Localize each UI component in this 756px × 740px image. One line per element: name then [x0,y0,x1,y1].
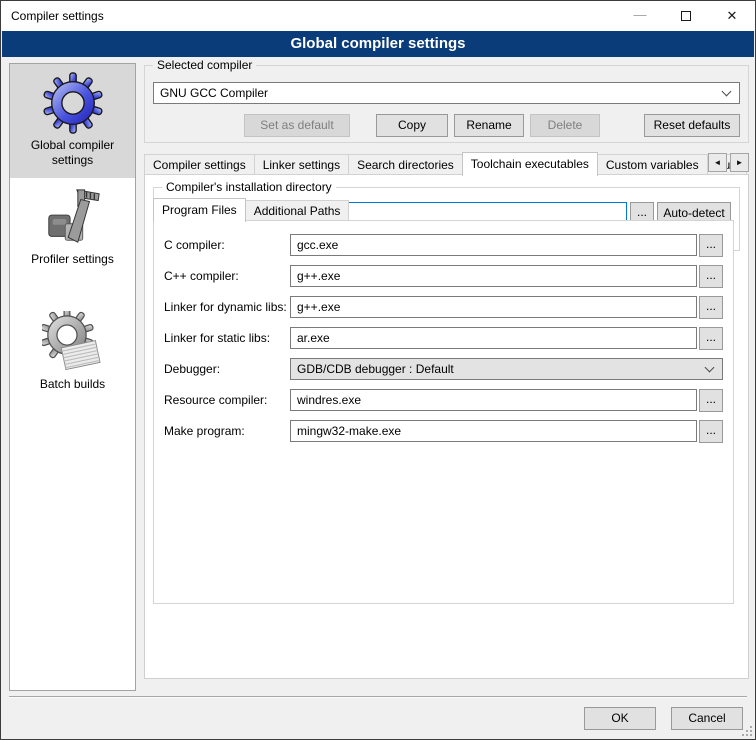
close-button[interactable]: ✕ [709,1,755,31]
resize-grip-icon[interactable] [742,726,752,736]
blue-gear-icon [42,72,104,134]
static-linker-input[interactable]: ar.exe [290,327,697,349]
c-compiler-input[interactable]: gcc.exe [290,234,697,256]
tab-scroll-left-button[interactable]: ◄ [708,153,727,172]
field-label: C++ compiler: [164,269,290,283]
debugger-row: Debugger: GDB/CDB debugger : Default [164,358,723,380]
sidebar-item-label: Profiler settings [12,252,133,267]
ok-button[interactable]: OK [584,707,656,730]
resource-compiler-browse-button[interactable]: ... [699,389,723,412]
copy-button[interactable]: Copy [376,114,448,137]
resource-compiler-input[interactable]: windres.exe [290,389,697,411]
make-program-browse-button[interactable]: ... [699,420,723,443]
tab-scroll-buttons: ◄ ► [708,153,749,172]
main-panel: Selected compiler GNU GCC Compiler Set a… [144,63,749,679]
compiler-settings-dialog: Compiler settings — ✕ Global compiler se… [0,0,756,740]
field-label: Debugger: [164,362,290,376]
debugger-select[interactable]: GDB/CDB debugger : Default [290,358,723,380]
maximize-icon [681,11,691,21]
tab-program-files[interactable]: Program Files [153,198,246,222]
make-program-row: Make program: mingw32-make.exe ... [164,420,723,442]
window-title: Compiler settings [11,9,617,23]
tab-compiler-settings[interactable]: Compiler settings [144,154,255,175]
resource-compiler-row: Resource compiler: windres.exe ... [164,389,723,411]
field-label: Make program: [164,424,290,438]
selected-compiler-group: Selected compiler GNU GCC Compiler Set a… [144,65,749,143]
cpp-compiler-input[interactable]: g++.exe [290,265,697,287]
cpp-compiler-row: C++ compiler: g++.exe ... [164,265,723,287]
tab-additional-paths[interactable]: Additional Paths [245,200,350,221]
c-compiler-browse-button[interactable]: ... [699,234,723,257]
chevron-down-icon [705,363,715,373]
static-linker-row: Linker for static libs: ar.exe ... [164,327,723,349]
sidebar-item-label: Global compiler settings [12,138,133,168]
field-label: Linker for dynamic libs: [164,300,290,314]
tab-toolchain-executables[interactable]: Toolchain executables [462,152,598,176]
minimize-icon: — [634,7,647,22]
field-value: gcc.exe [297,238,338,252]
compiler-actions-row: Set as default Copy Rename Delete Reset … [153,114,740,137]
delete-button[interactable]: Delete [530,114,600,137]
reset-defaults-button[interactable]: Reset defaults [644,114,740,137]
compiler-select[interactable]: GNU GCC Compiler [153,82,740,104]
field-value: ar.exe [297,331,330,345]
minimize-button[interactable]: — [617,1,663,31]
installation-directory-group-label: Compiler's installation directory [162,180,336,194]
compiler-select-value: GNU GCC Compiler [154,86,723,100]
static-linker-browse-button[interactable]: ... [699,327,723,350]
program-files-page: C compiler: gcc.exe ... C++ compiler: g+… [153,220,734,604]
set-as-default-button[interactable]: Set as default [244,114,350,137]
sidebar-item-label: Batch builds [12,377,133,392]
sidebar-item-batch-builds[interactable]: Batch builds [10,303,135,402]
field-value: g++.exe [297,269,340,283]
debugger-select-value: GDB/CDB debugger : Default [291,362,706,376]
settings-category-sidebar: Global compiler settings Profiler settin… [9,63,136,691]
make-program-input[interactable]: mingw32-make.exe [290,420,697,442]
arrow-left-icon: ◄ [714,158,722,167]
tab-linker-settings[interactable]: Linker settings [254,154,349,175]
chevron-down-icon [722,87,732,97]
field-value: mingw32-make.exe [297,424,401,438]
cpp-compiler-browse-button[interactable]: ... [699,265,723,288]
close-icon: ✕ [727,8,738,24]
sidebar-item-profiler-settings[interactable]: Profiler settings [10,178,135,277]
settings-tab-strip: Compiler settings Linker settings Search… [144,151,749,175]
dynamic-linker-input[interactable]: g++.exe [290,296,697,318]
tab-scroll-right-button[interactable]: ► [730,153,749,172]
cancel-button[interactable]: Cancel [671,707,743,730]
tab-custom-variables[interactable]: Custom variables [597,154,708,175]
field-value: g++.exe [297,300,340,314]
c-compiler-row: C compiler: gcc.exe ... [164,234,723,256]
arrow-right-icon: ► [736,158,744,167]
title-bar: Compiler settings — ✕ [1,1,755,31]
rename-button[interactable]: Rename [454,114,524,137]
field-value: windres.exe [297,393,361,407]
profiler-caliper-icon [42,186,104,248]
sidebar-item-global-compiler-settings[interactable]: Global compiler settings [10,64,135,178]
toolchain-executables-page: Compiler's installation directory C:\ray… [144,174,749,679]
selected-compiler-group-label: Selected compiler [153,58,256,72]
batch-builds-icon [42,311,104,373]
dynamic-linker-browse-button[interactable]: ... [699,296,723,319]
page-title: Global compiler settings [2,31,754,57]
dynamic-linker-row: Linker for dynamic libs: g++.exe ... [164,296,723,318]
field-label: Linker for static libs: [164,331,290,345]
field-label: C compiler: [164,238,290,252]
tab-search-directories[interactable]: Search directories [348,154,463,175]
field-label: Resource compiler: [164,393,290,407]
footer-divider [9,696,747,698]
maximize-button[interactable] [663,1,709,31]
program-files-tab-strip: Program Files Additional Paths [153,197,748,221]
